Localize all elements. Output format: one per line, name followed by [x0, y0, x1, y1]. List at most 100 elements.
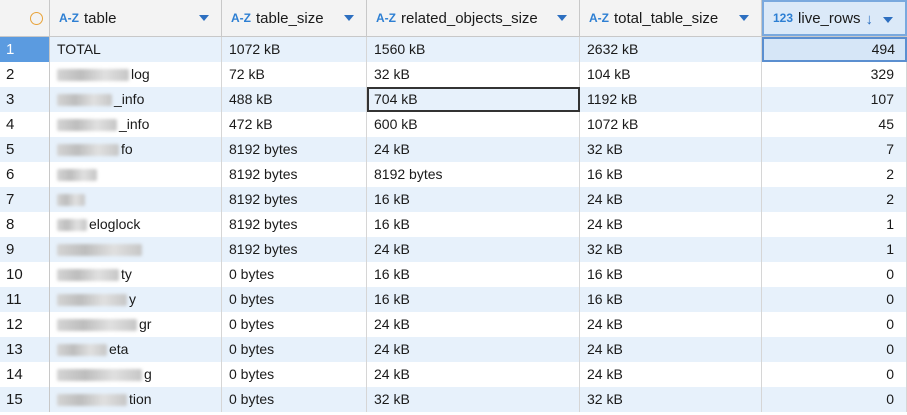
- cell-total[interactable]: 24 kB: [580, 212, 762, 237]
- cell-table_size[interactable]: 0 bytes: [222, 362, 367, 387]
- row-number[interactable]: 5: [0, 137, 50, 162]
- column-header-live-rows[interactable]: 123 live_rows ↓: [762, 0, 907, 36]
- cell-total[interactable]: 1192 kB: [580, 87, 762, 112]
- row-number[interactable]: 8: [0, 212, 50, 237]
- cell-table[interactable]: gr: [50, 312, 222, 337]
- cell-related[interactable]: 16 kB: [367, 287, 580, 312]
- cell-total[interactable]: 32 kB: [580, 387, 762, 412]
- filter-dropdown-icon[interactable]: [344, 15, 354, 21]
- cell-table_size[interactable]: 488 kB: [222, 87, 367, 112]
- table-row[interactable]: 7 8192 bytes 16 kB 24 kB 2: [0, 187, 907, 212]
- row-number[interactable]: 11: [0, 287, 50, 312]
- cell-table_size[interactable]: 8192 bytes: [222, 137, 367, 162]
- cell-table_size[interactable]: 8192 bytes: [222, 212, 367, 237]
- cell-live[interactable]: 0: [762, 287, 907, 312]
- filter-dropdown-icon[interactable]: [739, 15, 749, 21]
- cell-table_size[interactable]: 0 bytes: [222, 287, 367, 312]
- cell-total[interactable]: 16 kB: [580, 162, 762, 187]
- cell-related[interactable]: 600 kB: [367, 112, 580, 137]
- cell-table_size[interactable]: 472 kB: [222, 112, 367, 137]
- cell-live[interactable]: 2: [762, 162, 907, 187]
- table-row[interactable]: 12 gr 0 bytes 24 kB 24 kB 0: [0, 312, 907, 337]
- row-number[interactable]: 10: [0, 262, 50, 287]
- cell-total[interactable]: 24 kB: [580, 337, 762, 362]
- cell-table_size[interactable]: 0 bytes: [222, 262, 367, 287]
- cell-related[interactable]: 32 kB: [367, 62, 580, 87]
- cell-table[interactable]: log: [50, 62, 222, 87]
- cell-live[interactable]: 329: [762, 62, 907, 87]
- cell-related[interactable]: 1560 kB: [367, 37, 580, 62]
- table-row[interactable]: 2 log 72 kB 32 kB 104 kB 329: [0, 62, 907, 87]
- table-row[interactable]: 5 fo 8192 bytes 24 kB 32 kB 7: [0, 137, 907, 162]
- cell-related[interactable]: 16 kB: [367, 187, 580, 212]
- table-row[interactable]: 4 _info 472 kB 600 kB 1072 kB 45: [0, 112, 907, 137]
- cell-table[interactable]: tion: [50, 387, 222, 412]
- cell-total[interactable]: 104 kB: [580, 62, 762, 87]
- cell-table[interactable]: [50, 237, 222, 262]
- filter-dropdown-icon[interactable]: [199, 15, 209, 21]
- filter-dropdown-icon[interactable]: [557, 15, 567, 21]
- table-row[interactable]: 8 eloglock 8192 bytes 16 kB 24 kB 1: [0, 212, 907, 237]
- cell-table_size[interactable]: 8192 bytes: [222, 162, 367, 187]
- cell-total[interactable]: 24 kB: [580, 187, 762, 212]
- table-row[interactable]: 1 TOTAL 1072 kB 1560 kB 2632 kB 494: [0, 37, 907, 62]
- cell-total[interactable]: 2632 kB: [580, 37, 762, 62]
- cell-live[interactable]: 0: [762, 312, 907, 337]
- cell-live[interactable]: 0: [762, 337, 907, 362]
- cell-total[interactable]: 32 kB: [580, 137, 762, 162]
- table-row[interactable]: 6 8192 bytes 8192 bytes 16 kB 2: [0, 162, 907, 187]
- cell-table[interactable]: g: [50, 362, 222, 387]
- row-number[interactable]: 14: [0, 362, 50, 387]
- row-number[interactable]: 12: [0, 312, 50, 337]
- cell-total[interactable]: 16 kB: [580, 287, 762, 312]
- row-number[interactable]: 13: [0, 337, 50, 362]
- cell-live[interactable]: 0: [762, 362, 907, 387]
- cell-live[interactable]: 1: [762, 212, 907, 237]
- row-number[interactable]: 9: [0, 237, 50, 262]
- cell-table[interactable]: _info: [50, 112, 222, 137]
- cell-table[interactable]: ty: [50, 262, 222, 287]
- cell-total[interactable]: 32 kB: [580, 237, 762, 262]
- cell-table[interactable]: TOTAL: [50, 37, 222, 62]
- cell-table_size[interactable]: 0 bytes: [222, 312, 367, 337]
- cell-related[interactable]: 16 kB: [367, 262, 580, 287]
- cell-total[interactable]: 1072 kB: [580, 112, 762, 137]
- cell-table[interactable]: fo: [50, 137, 222, 162]
- cell-related[interactable]: 24 kB: [367, 337, 580, 362]
- cell-table_size[interactable]: 1072 kB: [222, 37, 367, 62]
- cell-table[interactable]: [50, 162, 222, 187]
- cell-live[interactable]: 0: [762, 387, 907, 412]
- table-row[interactable]: 10 ty 0 bytes 16 kB 16 kB 0: [0, 262, 907, 287]
- cell-related[interactable]: 24 kB: [367, 362, 580, 387]
- cell-related[interactable]: 704 kB: [367, 87, 580, 112]
- table-row[interactable]: 11 y 0 bytes 16 kB 16 kB 0: [0, 287, 907, 312]
- cell-table[interactable]: eloglock: [50, 212, 222, 237]
- select-all-corner[interactable]: [0, 0, 50, 36]
- cell-table_size[interactable]: 8192 bytes: [222, 237, 367, 262]
- cell-related[interactable]: 24 kB: [367, 312, 580, 337]
- row-number[interactable]: 6: [0, 162, 50, 187]
- cell-table_size[interactable]: 0 bytes: [222, 387, 367, 412]
- table-row[interactable]: 13 eta 0 bytes 24 kB 24 kB 0: [0, 337, 907, 362]
- column-header-related-objects-size[interactable]: A-Z related_objects_size: [367, 0, 580, 36]
- row-number[interactable]: 2: [0, 62, 50, 87]
- cell-related[interactable]: 24 kB: [367, 137, 580, 162]
- cell-table[interactable]: eta: [50, 337, 222, 362]
- table-row[interactable]: 9 8192 bytes 24 kB 32 kB 1: [0, 237, 907, 262]
- cell-related[interactable]: 16 kB: [367, 212, 580, 237]
- cell-live[interactable]: 1: [762, 237, 907, 262]
- row-number[interactable]: 15: [0, 387, 50, 412]
- filter-dropdown-icon[interactable]: [883, 17, 893, 23]
- cell-live[interactable]: 45: [762, 112, 907, 137]
- cell-live[interactable]: 107: [762, 87, 907, 112]
- cell-related[interactable]: 8192 bytes: [367, 162, 580, 187]
- cell-total[interactable]: 16 kB: [580, 262, 762, 287]
- row-number[interactable]: 4: [0, 112, 50, 137]
- cell-table[interactable]: y: [50, 287, 222, 312]
- cell-live[interactable]: 2: [762, 187, 907, 212]
- column-header-table-size[interactable]: A-Z table_size: [222, 0, 367, 36]
- table-row[interactable]: 3 _info 488 kB 704 kB 1192 kB 107: [0, 87, 907, 112]
- cell-live[interactable]: 0: [762, 262, 907, 287]
- column-header-total-table-size[interactable]: A-Z total_table_size: [580, 0, 762, 36]
- row-number[interactable]: 3: [0, 87, 50, 112]
